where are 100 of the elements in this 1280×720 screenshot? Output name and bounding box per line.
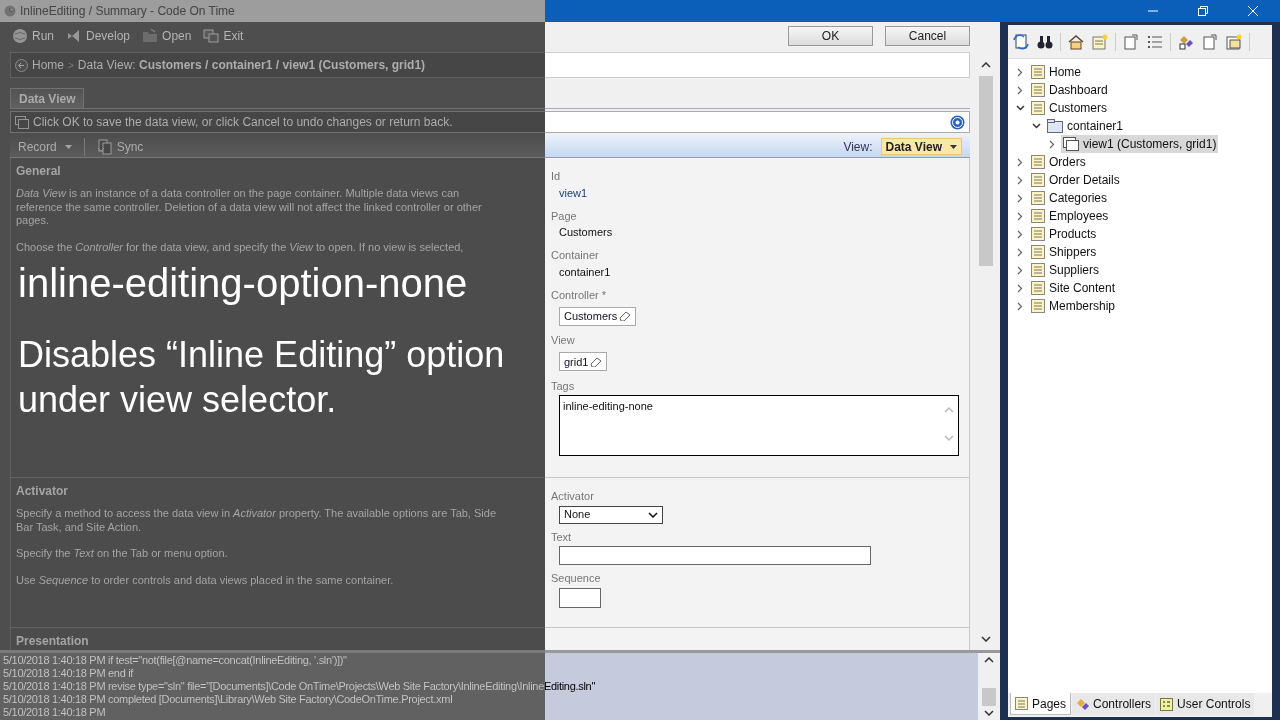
sync-icon <box>96 138 113 155</box>
lookup-field[interactable]: grid1 <box>559 352 608 372</box>
text-field[interactable] <box>559 546 871 565</box>
panel-tab[interactable]: User Controls <box>1156 693 1255 715</box>
scrollbar-thumb[interactable] <box>982 688 996 706</box>
binoculars-icon <box>1037 33 1053 50</box>
field-label: Id <box>551 169 562 184</box>
view-selector[interactable]: Data View <box>880 138 962 155</box>
new-window-icon <box>1226 33 1242 50</box>
caret-icon <box>64 144 72 149</box>
field-value: view1 <box>558 185 589 201</box>
page-icon <box>1031 65 1045 79</box>
page-icon <box>1031 299 1045 313</box>
scrollbar-thumb[interactable] <box>979 76 993 266</box>
panel-tab[interactable]: Pages <box>1010 693 1072 715</box>
page-icon <box>1015 697 1028 710</box>
tree-item[interactable]: Customers <box>1029 99 1109 117</box>
description-paragraph: Choose the Controller for the data view, and specify the View to open. If no view is selected, <box>16 240 465 254</box>
copy-icon <box>15 115 29 129</box>
log-line: 5/10/2018 1:40:18 PM if test="not(file[@name=concat(InlineEditing, '.sln')])" <box>3 654 348 667</box>
log-line: 5/10/2018 1:40:18 PM <box>3 706 107 719</box>
field-label: View <box>551 333 576 348</box>
field-label: Tags <box>551 378 576 394</box>
caption-title: inline-editing-option-none <box>18 260 469 306</box>
tags-field[interactable]: inline-editing-none <box>559 395 959 456</box>
dialog-button[interactable]: OK <box>788 26 873 46</box>
field-value: inline-editing-none <box>562 399 654 414</box>
page-icon <box>1031 281 1045 295</box>
expander[interactable] <box>1030 120 1042 132</box>
page-icon <box>1031 173 1045 187</box>
new-page-icon <box>1092 33 1108 50</box>
log-line: 5/10/2018 1:40:18 PM completed [Documents]\Library\Web Site Factory\CodeOnTime.Project.xml <box>3 693 454 706</box>
tree-item[interactable]: Membership <box>1029 297 1118 315</box>
page-icon <box>1031 155 1045 169</box>
description-paragraph: Specify a method to access the data view in Activator property. The available options are Tab, Side Bar Task, and Site Action. <box>16 507 496 534</box>
controls-icon <box>1076 697 1090 711</box>
export-page-icon <box>1123 33 1139 50</box>
field-value: Customers <box>558 225 614 240</box>
field-label: Container <box>551 248 600 263</box>
tree-item[interactable]: Shippers <box>1029 243 1099 261</box>
home-link[interactable]: Home <box>32 56 64 74</box>
tree-item[interactable]: Orders <box>1029 153 1088 171</box>
eraser-icon <box>590 356 603 367</box>
list-icon <box>1147 33 1163 50</box>
log-line: 5/10/2018 1:40:18 PM end if <box>3 667 135 680</box>
field-label: Activator <box>551 489 595 504</box>
field-label: Page <box>551 208 578 224</box>
lookup-field[interactable]: Customers <box>559 306 637 326</box>
chevron-down-icon <box>1015 105 1025 111</box>
folder-icon <box>142 28 159 44</box>
sequence-field[interactable] <box>559 587 601 608</box>
tree-item[interactable]: container1 <box>1045 117 1126 135</box>
toolbar-button[interactable] <box>1067 32 1085 51</box>
page-icon <box>1031 83 1045 97</box>
separator-text: > <box>68 58 74 73</box>
chevron-up-icon <box>984 657 994 663</box>
window-title: InlineEditing / Summary - Code On Time <box>20 3 235 20</box>
chevron-down-icon <box>648 511 658 518</box>
tree-item[interactable]: Home <box>1029 63 1083 81</box>
breadcrumb-path: Data View: Customers / container1 / view1 (Customers, grid1) <box>77 57 426 74</box>
controls-icon <box>1178 33 1194 50</box>
tree-item[interactable]: Site Content <box>1029 279 1118 297</box>
hint-text: Click OK to save the data view, or click Cancel to undo changes or return back. <box>33 114 454 131</box>
tree-item[interactable]: Order Details <box>1029 171 1122 189</box>
field-label: Sequence <box>551 571 602 586</box>
tree-item[interactable]: Categories <box>1029 189 1110 207</box>
section-title: Presentation <box>16 633 90 650</box>
field-label: Text <box>551 529 573 545</box>
chevron-right-icon <box>1049 139 1055 149</box>
toolbar-button[interactable]: Develop <box>62 27 135 45</box>
windows-icon <box>203 28 220 44</box>
caret-icon <box>950 144 957 149</box>
toolbar-button[interactable]: Exit <box>199 27 248 45</box>
home-icon <box>1068 33 1084 50</box>
page-icon <box>1031 263 1045 277</box>
refresh-icon <box>1013 33 1029 50</box>
tree-item[interactable]: Suppliers <box>1029 261 1102 279</box>
page-icon <box>1031 101 1045 115</box>
page-icon <box>1031 245 1045 259</box>
restore-icon <box>1198 6 1208 16</box>
page-icon <box>1031 191 1045 205</box>
field-value: container1 <box>558 264 612 280</box>
panel-tab[interactable]: Controllers <box>1072 693 1156 715</box>
tree-item[interactable]: Products <box>1029 225 1099 243</box>
tree-item[interactable]: Employees <box>1029 207 1111 225</box>
caption-text: Disables “Inline Editing” option under view selector. <box>18 333 506 422</box>
activator-select[interactable]: None <box>559 505 663 524</box>
chevron-up-icon <box>981 62 991 68</box>
description-paragraph: Use Sequence to order controls and data views placed in the same container. <box>16 573 395 587</box>
toolbar-button[interactable]: Run <box>8 27 58 45</box>
toolbar-button[interactable]: Open <box>138 27 196 45</box>
chevron-down-icon <box>984 710 994 716</box>
chevron-down-icon <box>1031 123 1041 129</box>
page-icon <box>1031 209 1045 223</box>
dialog-button[interactable]: Cancel <box>885 26 970 46</box>
expander[interactable] <box>1014 102 1026 114</box>
section-title: Activator <box>16 483 69 500</box>
eraser-icon <box>619 311 632 322</box>
tree-item[interactable]: view1 (Customers, grid1) <box>1061 135 1219 153</box>
tree-item[interactable]: Dashboard <box>1029 81 1110 99</box>
